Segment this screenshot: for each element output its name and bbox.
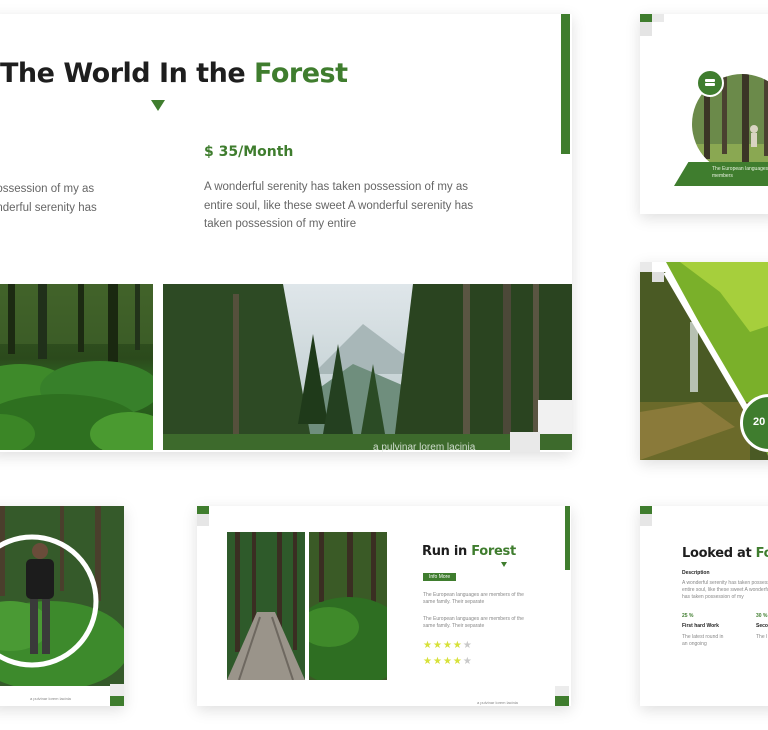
left-text-line-1: possession of my as — [0, 183, 95, 195]
caption-text: The European languages are members — [712, 166, 768, 179]
square-deco — [640, 22, 652, 36]
info-more-badge[interactable]: Info More — [423, 573, 457, 581]
slide-title: Looked at For — [682, 546, 768, 561]
stat-2-text: The l — [756, 634, 768, 640]
forest-fern-photo — [0, 284, 153, 450]
year-badge-text: 20 — [753, 416, 766, 428]
star-filled-icon: ★ — [442, 640, 453, 651]
stat-1-label: First hard Work — [682, 623, 719, 629]
star-filled-icon: ★ — [452, 640, 463, 651]
square-deco — [640, 262, 652, 272]
star-empty-icon: ★ — [462, 640, 473, 651]
title-prefix: Run in — [422, 544, 472, 559]
star-filled-icon: ★ — [442, 656, 453, 667]
star-filled-icon: ★ — [423, 640, 433, 651]
footer-text: a pulvinar lorem lacinia — [477, 700, 518, 705]
corner-square-deco — [538, 400, 572, 434]
coin-icon — [696, 69, 724, 97]
slide-preview-top-right[interactable]: The European languages are members — [640, 14, 768, 214]
accent-bar — [561, 14, 570, 154]
left-paragraph: possession of my as onderful serenity ha… — [0, 180, 110, 217]
title-prefix: The World In the — [0, 58, 255, 89]
title-accent: Forest — [471, 544, 516, 559]
slide-title: Run in Forest — [422, 544, 516, 559]
hiker-forest-photo — [0, 506, 124, 706]
title-accent: For — [755, 546, 768, 561]
stat-2-value: 30 % — [756, 613, 768, 619]
price-label: $ 35/Month — [204, 144, 294, 160]
stat-2-label: Seco — [756, 623, 768, 629]
square-deco — [197, 506, 209, 514]
square-deco — [652, 272, 664, 282]
main-slide-preview[interactable]: The World In the Forest possession of my… — [0, 14, 572, 452]
corner-square-deco — [510, 432, 540, 452]
square-deco — [640, 14, 652, 22]
footer-text: a pulvinar lorem lacinia — [30, 696, 71, 701]
square-deco — [640, 514, 652, 526]
title-triangle-marker — [151, 100, 165, 111]
square-deco — [110, 684, 124, 696]
forest-valley-photo — [163, 284, 572, 450]
slide-preview-bottom-right[interactable]: Looked at For Description A wonderful se… — [640, 506, 768, 706]
image-caption: a pulvinar lorem lacinia — [373, 442, 476, 452]
forest-path-photo — [227, 532, 305, 680]
rating-stars-1: ★★★★★ — [423, 640, 473, 651]
stat-1-value: 25 % — [682, 613, 694, 619]
title-triangle-marker — [501, 562, 507, 567]
square-deco — [640, 506, 652, 514]
star-empty-icon: ★ — [462, 656, 473, 667]
square-deco — [555, 686, 569, 696]
star-filled-icon: ★ — [423, 656, 433, 667]
forest-fern-photo-small — [309, 532, 387, 680]
right-paragraph: A wonderful serenity has taken possessio… — [204, 181, 474, 230]
description-text: A wonderful serenity has taken possessio… — [682, 580, 768, 600]
slide-preview-bottom-middle[interactable]: Run in Forest Info More The European lan… — [197, 506, 571, 706]
paragraph-1: The European languages are members of th… — [423, 592, 524, 605]
slide-preview-middle-right[interactable]: 20 — [640, 262, 768, 460]
stat-1-text: The latest round in an ongoing — [682, 634, 724, 647]
paragraph-2: The European languages are members of th… — [423, 616, 524, 629]
accent-bar — [565, 506, 570, 570]
title-accent: Forest — [254, 58, 348, 89]
caption-banner: The European languages are members — [674, 162, 768, 186]
left-text-line-2: onderful serenity has — [0, 201, 97, 214]
star-filled-icon: ★ — [432, 640, 443, 651]
main-slide-title: The World In the Forest — [0, 58, 348, 89]
description-label: Description — [682, 570, 710, 576]
square-deco — [555, 696, 569, 706]
square-deco — [197, 514, 209, 526]
slide-preview-bottom-left[interactable]: a pulvinar lorem lacinia — [0, 506, 124, 706]
square-deco — [110, 696, 124, 706]
star-filled-icon: ★ — [452, 656, 463, 667]
rating-stars-2: ★★★★★ — [423, 656, 473, 667]
square-deco — [652, 14, 664, 22]
title-prefix: Looked at — [682, 546, 756, 561]
star-filled-icon: ★ — [432, 656, 443, 667]
